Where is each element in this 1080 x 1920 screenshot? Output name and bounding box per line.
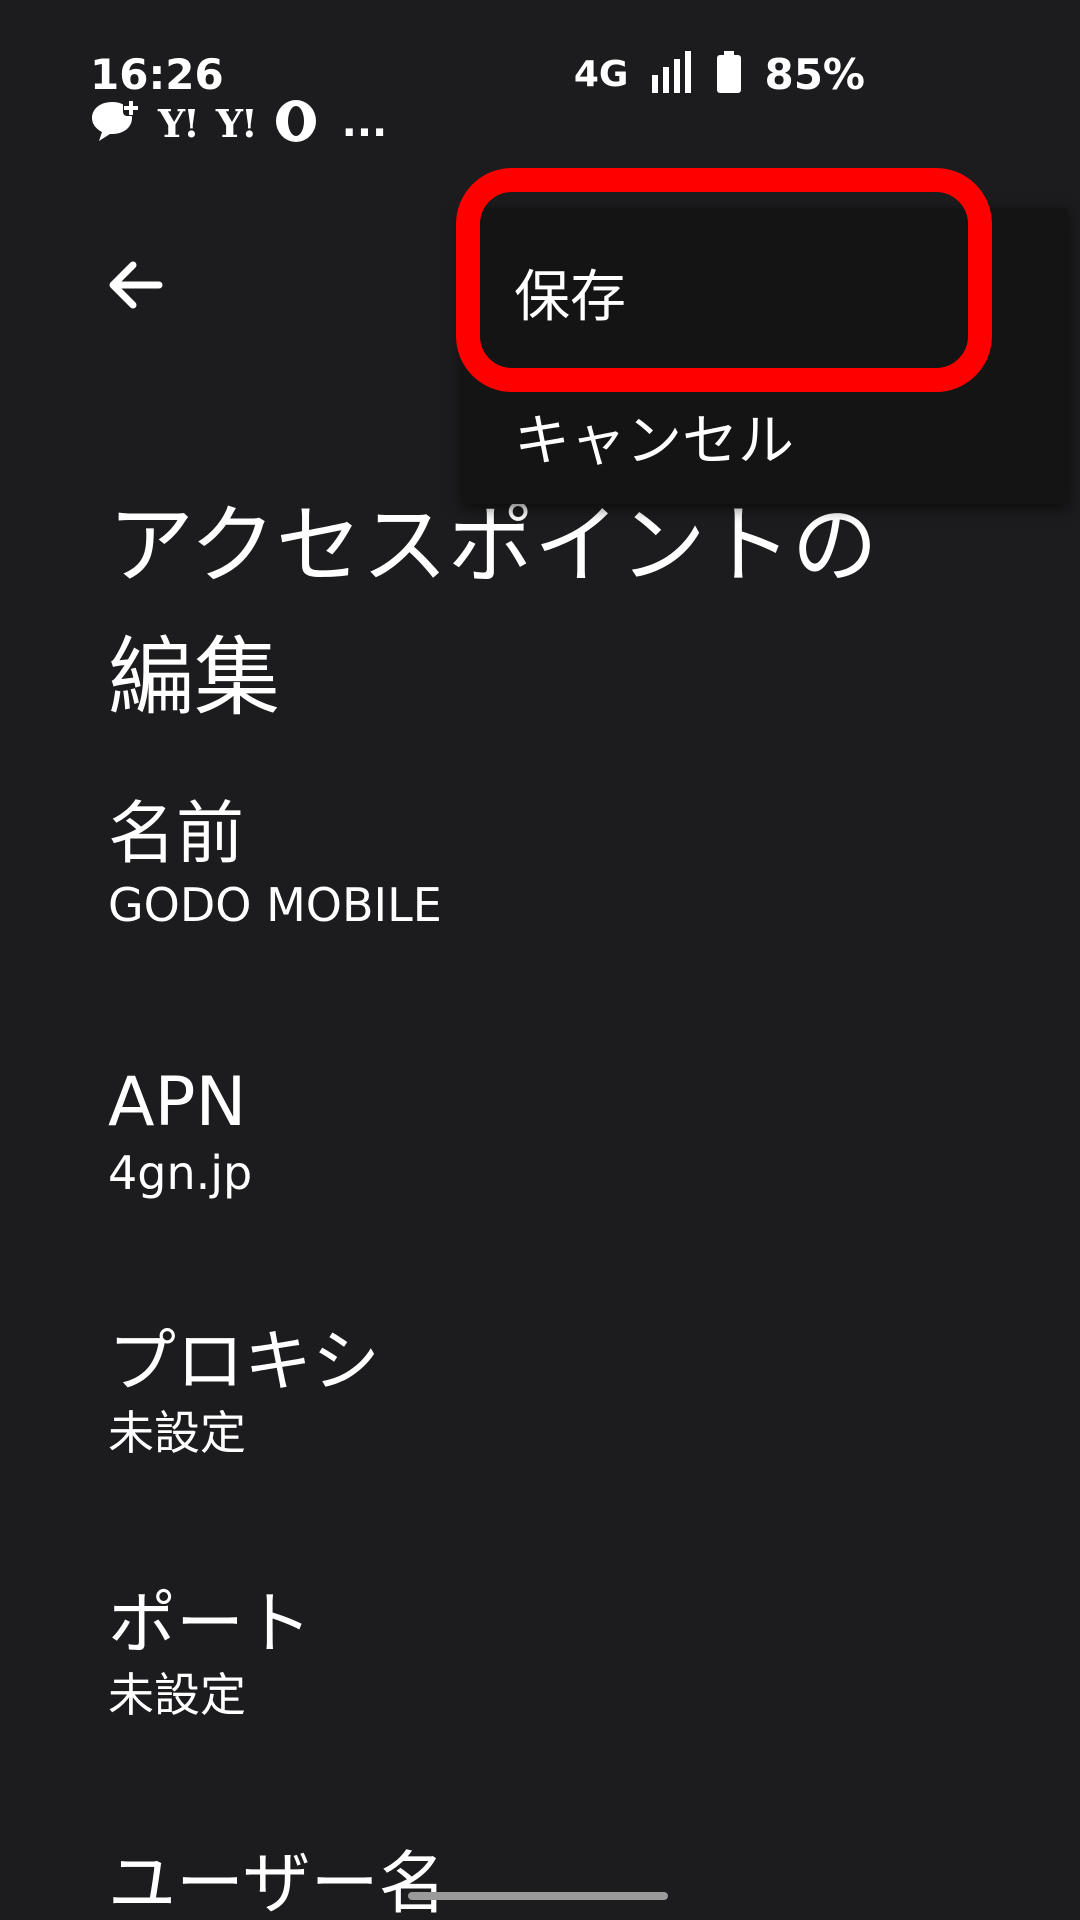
gesture-nav-bar[interactable]	[408, 1892, 668, 1900]
setting-label: ポート	[108, 1585, 313, 1664]
setting-name[interactable]: 名前 GODO MOBILE	[108, 795, 442, 933]
more-notifications-indicator: ...	[341, 100, 388, 146]
overflow-menu: 保存 キャンセル	[462, 208, 1068, 504]
yahoo-icon: Y!	[158, 100, 200, 146]
setting-username[interactable]: ユーザー名	[108, 1845, 447, 1920]
setting-value: 4gn.jp	[108, 1146, 253, 1200]
back-arrow-icon	[109, 261, 163, 309]
back-button[interactable]	[100, 250, 170, 320]
menu-item-cancel[interactable]: キャンセル	[514, 396, 794, 477]
chat-plus-icon	[90, 98, 140, 148]
notification-icons: Y! Y! ...	[90, 100, 387, 146]
page-title: アクセスポイントの編集	[108, 496, 878, 728]
setting-port[interactable]: ポート 未設定	[108, 1585, 312, 1723]
battery-percentage: 85%	[764, 49, 865, 99]
menu-item-save[interactable]: 保存	[514, 252, 626, 333]
status-time: 16:26	[90, 50, 224, 99]
screen: 16:26 Y! Y! ... 4G 85% アクセスポイントの編集 名前 GO…	[0, 0, 1080, 1920]
battery-icon	[716, 51, 742, 97]
signal-icon	[650, 51, 694, 97]
opera-icon	[274, 98, 318, 148]
setting-proxy[interactable]: プロキシ 未設定	[108, 1323, 380, 1461]
setting-value: 未設定	[108, 1406, 246, 1460]
yahoo-icon: Y!	[215, 100, 258, 146]
setting-value: GODO MOBILE	[108, 878, 442, 932]
setting-label: APN	[108, 1063, 247, 1142]
setting-label: 名前	[108, 795, 245, 874]
network-type: 4G	[573, 53, 629, 95]
setting-label: プロキシ	[108, 1323, 381, 1402]
setting-label: ユーザー名	[108, 1845, 447, 1920]
setting-value: 未設定	[108, 1668, 246, 1722]
status-right: 4G 85%	[573, 49, 865, 99]
setting-apn[interactable]: APN 4gn.jp	[108, 1063, 252, 1201]
